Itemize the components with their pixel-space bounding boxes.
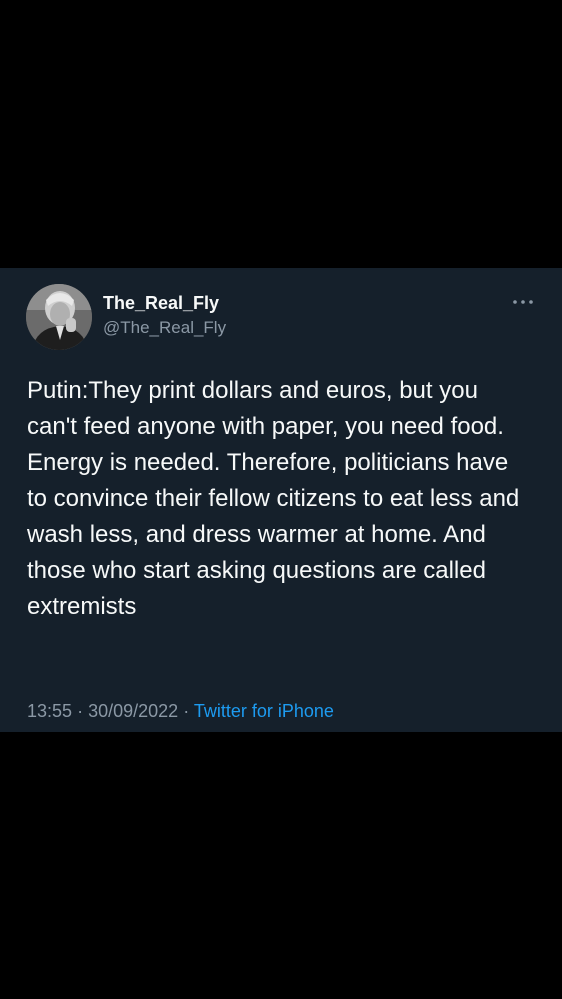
display-name[interactable]: The_Real_Fly bbox=[103, 293, 219, 314]
tweet-source-link[interactable]: Twitter for iPhone bbox=[194, 701, 334, 721]
meta-separator: · bbox=[183, 701, 190, 721]
tweet-text: Putin:They print dollars and euros, but … bbox=[27, 377, 520, 620]
more-horizontal-icon[interactable] bbox=[512, 295, 534, 309]
tweet-metadata: 13:55 · 30/09/2022 · Twitter for iPhone bbox=[27, 701, 334, 722]
avatar-image bbox=[26, 284, 92, 350]
tweet-card: The_Real_Fly @The_Real_Fly Putin:They pr… bbox=[0, 268, 562, 732]
user-handle[interactable]: @The_Real_Fly bbox=[103, 318, 226, 338]
tweet-time[interactable]: 13:55 bbox=[27, 701, 72, 721]
meta-separator: · bbox=[77, 701, 84, 721]
tweet-date[interactable]: 30/09/2022 bbox=[88, 701, 178, 721]
avatar[interactable] bbox=[26, 284, 92, 350]
